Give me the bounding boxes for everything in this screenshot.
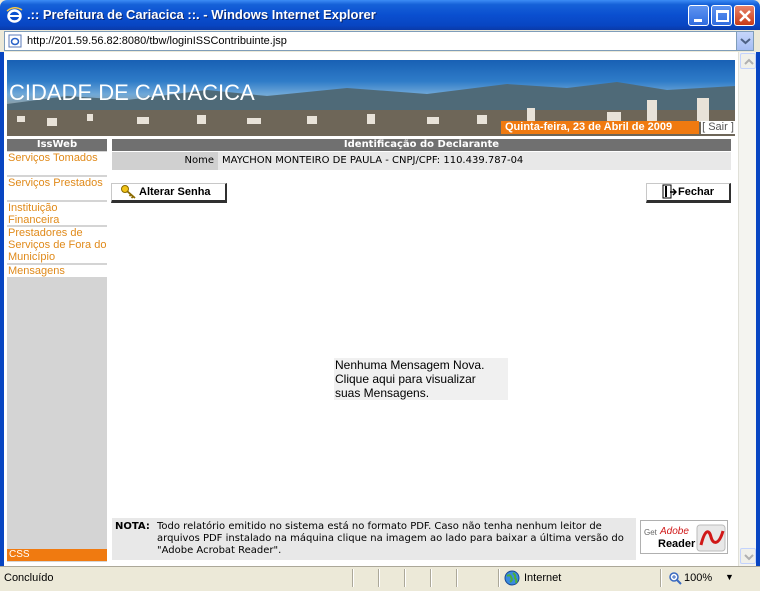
vertical-scrollbar[interactable]	[738, 52, 756, 566]
current-date: Quinta-feira, 23 de Abril de 2009	[501, 121, 699, 134]
address-dropdown-button[interactable]	[736, 32, 753, 50]
status-bar: Concluído Internet 100% ▼	[0, 566, 760, 591]
close-page-button[interactable]: Fechar	[646, 183, 731, 203]
zoom-dropdown-icon[interactable]: ▼	[725, 572, 734, 582]
scroll-up-button[interactable]	[740, 53, 756, 69]
chevron-down-icon	[744, 554, 754, 561]
messages-line-3: suas Mensagens.	[335, 386, 430, 400]
name-value: MAYCHON MONTEIRO DE PAULA - CNPJ/CPF: 11…	[222, 155, 524, 166]
pdf-note: NOTA: Todo relatório emitido no sistema …	[112, 518, 636, 560]
maximize-button[interactable]	[711, 5, 732, 26]
close-icon	[739, 10, 751, 22]
adobe-brand-label: Adobe	[660, 526, 689, 537]
sidebar-footer: CSS	[7, 549, 107, 561]
messages-link[interactable]: Nenhuma Mensagem Nova. Clique aqui para …	[334, 358, 508, 400]
adobe-get-label: Get	[644, 528, 657, 537]
globe-icon	[504, 570, 520, 586]
adobe-product-label: Reader	[658, 538, 696, 550]
adobe-reader-icon	[696, 524, 726, 552]
page-icon	[8, 34, 22, 48]
banner-title: CIDADE DE CARIACICA	[9, 80, 255, 105]
sidebar-header: IssWeb	[7, 139, 107, 151]
security-zone: Internet	[524, 572, 562, 584]
zoom-level[interactable]: 100%	[684, 572, 712, 584]
window-frame-right	[756, 52, 760, 566]
note-text: Todo relatório emitido no sistema está n…	[157, 521, 624, 556]
scroll-down-button[interactable]	[740, 548, 756, 564]
internet-explorer-icon	[6, 7, 23, 23]
maximize-icon	[716, 10, 729, 22]
address-bar: http://201.59.56.82:8080/tbw/loginISSCon…	[0, 30, 760, 52]
status-separator	[404, 569, 406, 587]
declarant-row: Nome MAYCHON MONTEIRO DE PAULA - CNPJ/CP…	[112, 152, 731, 170]
get-adobe-reader-button[interactable]: Get Adobe Reader	[640, 520, 728, 554]
sidebar-item-prestadores-fora[interactable]: Prestadores de Serviços de Fora do Munic…	[7, 227, 107, 264]
status-text: Concluído	[4, 572, 54, 584]
city-banner: CIDADE DE CARIACICA Quinta-feira, 23 de …	[7, 60, 735, 136]
status-separator	[498, 569, 500, 587]
status-separator	[456, 569, 458, 587]
address-field[interactable]: http://201.59.56.82:8080/tbw/loginISSCon…	[4, 31, 754, 51]
status-separator	[378, 569, 380, 587]
status-separator	[660, 569, 662, 587]
change-password-button[interactable]: Alterar Senha	[111, 183, 227, 203]
status-separator	[430, 569, 432, 587]
sidebar: IssWeb Serviços Tomados Serviços Prestad…	[7, 139, 107, 562]
status-separator	[352, 569, 354, 587]
sidebar-item-servicos-prestados[interactable]: Serviços Prestados	[7, 177, 107, 201]
chevron-up-icon	[744, 58, 754, 65]
declarant-header: Identificação do Declarante	[112, 139, 731, 151]
window-title: .:: Prefeitura de Cariacica ::. - Window…	[27, 7, 376, 22]
name-label: Nome	[112, 152, 218, 170]
minimize-icon	[694, 19, 702, 22]
sidebar-item-instituicao-financeira[interactable]: Instituição Financeira	[7, 202, 107, 226]
close-page-label: Fechar	[678, 186, 715, 198]
messages-line-1: Nenhuma Mensagem Nova.	[335, 358, 485, 372]
address-url: http://201.59.56.82:8080/tbw/loginISSCon…	[27, 35, 287, 47]
title-bar: .:: Prefeitura de Cariacica ::. - Window…	[0, 0, 760, 30]
logout-link[interactable]: [ Sair ]	[701, 121, 735, 134]
chevron-down-icon	[740, 38, 751, 45]
close-window-button[interactable]	[734, 5, 755, 26]
note-label: NOTA:	[115, 521, 150, 532]
minimize-button[interactable]	[688, 5, 709, 26]
change-password-label: Alterar Senha	[139, 186, 211, 198]
sidebar-item-servicos-tomados[interactable]: Serviços Tomados	[7, 152, 107, 176]
page-viewport: CIDADE DE CARIACICA Quinta-feira, 23 de …	[4, 52, 738, 566]
key-icon	[121, 185, 136, 199]
sidebar-item-mensagens[interactable]: Mensagens	[7, 265, 107, 278]
exit-door-icon	[662, 184, 677, 199]
messages-line-2: Clique aqui para visualizar	[335, 372, 476, 386]
zoom-icon	[669, 572, 682, 585]
